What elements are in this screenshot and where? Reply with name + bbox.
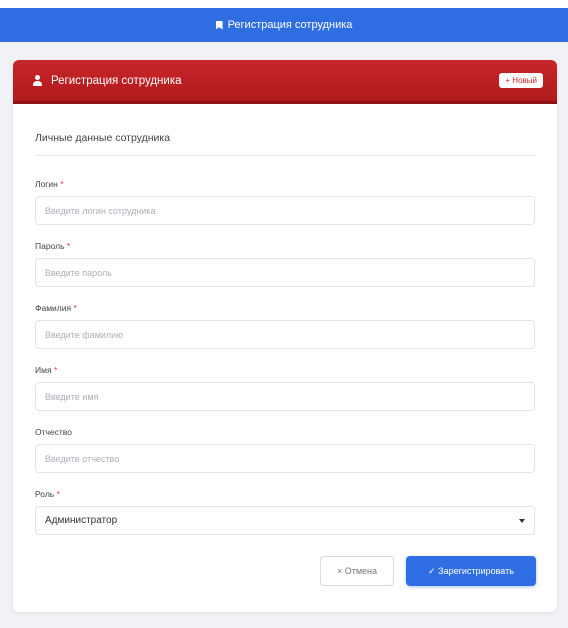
role-field: Роль * Администратор [35,489,535,535]
required-mark: * [56,489,60,499]
password-label: Пароль [35,241,65,251]
role-select-value: Администратор [45,515,118,526]
role-select[interactable]: Администратор [35,506,535,535]
lastname-input[interactable]: Введите фамилию [35,320,535,349]
login-label: Логин [35,179,58,189]
login-field: Логин * Введите логин сотрудника [35,179,535,225]
password-field: Пароль * Введите пароль [35,241,535,287]
card-title: Регистрация сотрудника [51,74,182,87]
register-button[interactable]: ✓ Зарегистрировать [406,556,536,586]
firstname-input[interactable]: Введите имя [35,382,535,411]
user-icon [33,75,42,86]
required-mark: * [60,179,64,189]
bookmark-icon [215,20,223,30]
section-title: Личные данные сотрудника [35,132,535,156]
password-input[interactable]: Введите пароль [35,258,535,287]
patronymic-input[interactable]: Введите отчество [35,444,535,473]
login-input[interactable]: Введите логин сотрудника [35,196,535,225]
required-mark: * [53,365,58,375]
firstname-field: Имя * Введите имя [35,365,535,411]
registration-card: Регистрация сотрудника + Новый Личные да… [13,60,557,612]
chevron-down-icon [519,518,525,523]
new-badge: + Новый [499,73,543,88]
lastname-field: Фамилия * Введите фамилию [35,303,535,349]
lastname-label: Фамилия [35,303,72,313]
required-mark: * [73,303,77,313]
firstname-label: Имя [35,365,52,375]
form-actions: × Отмена ✓ Зарегистрировать [320,556,536,586]
top-navbar: Регистрация сотрудника [0,8,568,42]
cancel-button[interactable]: × Отмена [320,556,394,586]
role-label: Роль [35,489,55,499]
card-header: Регистрация сотрудника + Новый [13,60,557,104]
patronymic-field: Отчество Введите отчество [35,427,535,473]
topbar-title: Регистрация сотрудника [227,19,353,31]
required-mark: * [66,241,71,251]
patronymic-label: Отчество [35,427,72,437]
